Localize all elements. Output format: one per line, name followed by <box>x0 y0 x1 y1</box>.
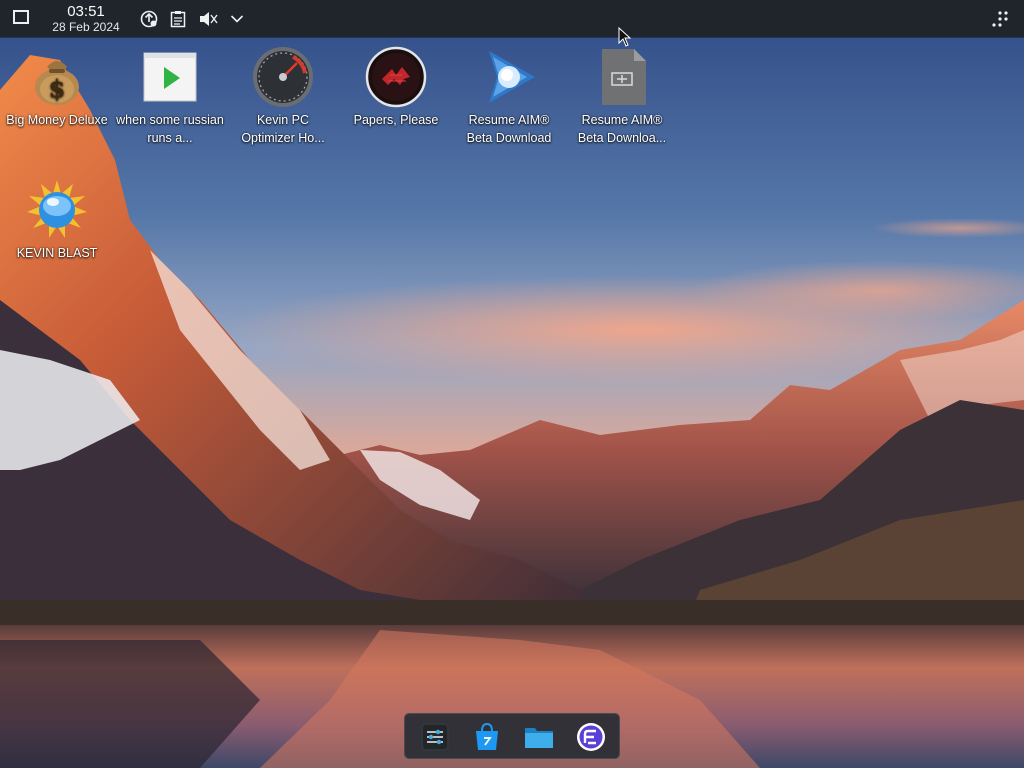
clock-date: 28 Feb 2024 <box>52 20 120 34</box>
aim-icon <box>489 51 535 103</box>
desktop-icon-big-money-deluxe[interactable]: $ Big Money Deluxe <box>3 45 111 129</box>
system-settings-icon[interactable] <box>419 721 451 753</box>
icon-label: Resume AIM® Beta Download <box>466 113 552 145</box>
svg-text:$: $ <box>49 74 66 103</box>
panel-config-icon[interactable] <box>990 9 1010 29</box>
desktop-icon-papers-please[interactable]: Papers, Please <box>342 45 450 129</box>
executable-file-icon <box>602 49 646 105</box>
icon-label: KEVIN BLAST <box>16 246 98 260</box>
file-manager-icon[interactable] <box>523 721 555 753</box>
desktop-icon-kevin-blast[interactable]: KEVIN BLAST <box>3 178 111 262</box>
icon-label: Papers, Please <box>353 113 439 127</box>
clock-time: 03:51 <box>67 3 105 20</box>
clipboard-icon[interactable] <box>168 9 188 29</box>
desktop-icon-resume-aim-beta-exe[interactable]: Resume AIM® Beta Downloa... <box>568 45 676 147</box>
kevin-blast-icon <box>27 180 87 238</box>
mouse-cursor-icon <box>618 27 632 47</box>
money-bag-icon: $ <box>35 61 79 105</box>
digital-clock[interactable]: 03:51 28 Feb 2024 <box>44 4 128 33</box>
speedometer-icon <box>253 47 313 107</box>
icon-label: Big Money Deluxe <box>6 113 108 127</box>
video-play-icon <box>143 52 197 102</box>
update-icon[interactable] <box>139 9 159 29</box>
app-launcher-icon[interactable] <box>575 721 607 753</box>
icon-label: when some russian runs a... <box>116 113 224 145</box>
top-panel: 03:51 28 Feb 2024 <box>0 0 1024 37</box>
show-desktop-button[interactable] <box>13 10 29 24</box>
desktop-icon-video[interactable]: when some russian runs a... <box>116 45 224 147</box>
desktop-icon-kevin-pc-optimizer[interactable]: Kevin PC Optimizer Ho... <box>229 45 337 147</box>
desktop-icon-resume-aim-beta[interactable]: Resume AIM® Beta Download <box>455 45 563 147</box>
icon-label: Resume AIM® Beta Downloa... <box>577 113 667 145</box>
icon-label: Kevin PC Optimizer Ho... <box>241 113 325 145</box>
papers-please-icon <box>365 46 427 108</box>
discover-store-icon[interactable] <box>471 721 503 753</box>
chevron-down-icon[interactable] <box>227 9 247 29</box>
volume-muted-icon[interactable] <box>198 9 218 29</box>
task-manager-dock <box>404 713 620 759</box>
